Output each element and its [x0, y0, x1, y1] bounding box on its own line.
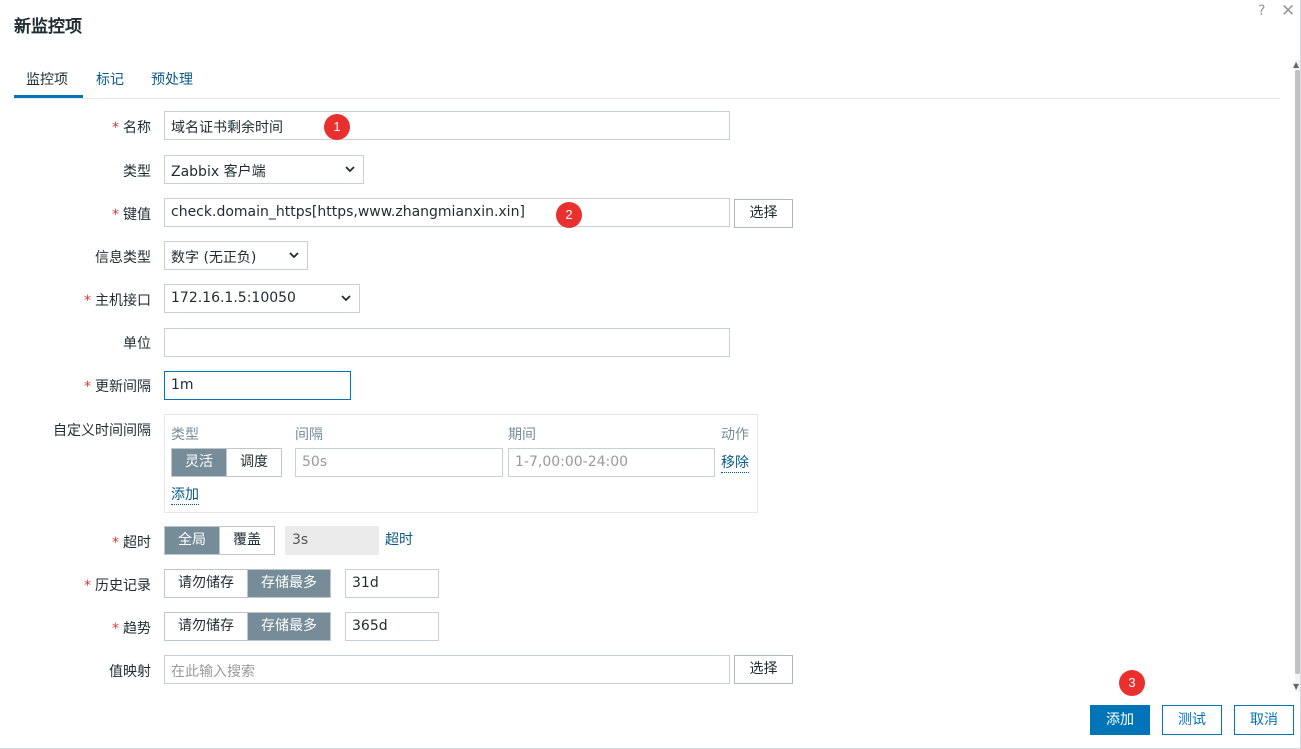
trends-value-input[interactable]: 365d — [345, 612, 439, 641]
required-marker: * — [112, 207, 119, 223]
mode-flexible-option[interactable]: 灵活 — [172, 449, 226, 476]
scroll-up-icon[interactable]: ▲ — [1293, 60, 1299, 69]
timeout-value-input: 3s — [285, 526, 379, 555]
scroll-down-icon[interactable]: ▼ — [1293, 682, 1299, 691]
type-label: 类型 — [123, 164, 151, 180]
type-select[interactable]: Zabbix 客户端 — [164, 155, 364, 184]
custom-intervals-table: 类型 间隔 期间 动作 灵活 调度 50s 1-7,00:00-24:00 移除… — [164, 414, 758, 513]
close-icon[interactable]: ✕ — [1281, 1, 1295, 21]
value-map-select-button[interactable]: 选择 — [734, 655, 793, 684]
custom-period-input[interactable]: 1-7,00:00-24:00 — [508, 448, 715, 477]
trends-label: * 趋势 — [112, 618, 151, 638]
name-input[interactable]: 域名证书剩余时间 — [164, 111, 730, 140]
info-type-label: 信息类型 — [95, 250, 151, 266]
custom-interval-input[interactable]: 50s — [295, 448, 503, 477]
custom-intervals-label: 自定义时间间隔 — [53, 423, 151, 439]
column-header-interval: 间隔 — [295, 427, 323, 443]
trends-store-up-to-option[interactable]: 存储最多 — [247, 613, 330, 640]
scrollbar[interactable]: ▲ ▼ — [1293, 60, 1301, 692]
mode-scheduling-option[interactable]: 调度 — [226, 449, 281, 476]
host-interface-select[interactable]: 172.16.1.5:10050 — [164, 284, 360, 313]
trends-label-text: 趋势 — [123, 621, 151, 637]
history-label: * 历史记录 — [84, 575, 151, 595]
chevron-down-icon — [345, 166, 355, 173]
chevron-down-icon — [341, 295, 351, 302]
tab-item[interactable]: 监控项 — [26, 69, 68, 89]
trends-do-not-store-option[interactable]: 请勿储存 — [165, 613, 247, 640]
required-marker: * — [84, 578, 91, 594]
type-select-value: Zabbix 客户端 — [171, 164, 266, 180]
test-button[interactable]: 测试 — [1162, 705, 1222, 735]
key-label: * 键值 — [112, 204, 151, 224]
history-value-input[interactable]: 31d — [345, 569, 439, 598]
column-header-action: 动作 — [721, 427, 749, 443]
trends-mode-toggle: 请勿储存 存储最多 — [164, 612, 331, 641]
timeout-link[interactable]: 超时 — [385, 532, 413, 549]
column-header-period: 期间 — [508, 427, 536, 443]
update-interval-label-text: 更新间隔 — [95, 379, 151, 395]
timeout-label-text: 超时 — [123, 535, 151, 551]
key-label-text: 键值 — [123, 207, 151, 223]
required-marker: * — [112, 120, 119, 136]
history-do-not-store-option[interactable]: 请勿储存 — [165, 570, 247, 597]
units-label: 单位 — [123, 336, 151, 352]
info-type-select[interactable]: 数字 (无正负) — [164, 241, 308, 270]
add-button[interactable]: 添加 — [1090, 705, 1150, 735]
name-label-text: 名称 — [123, 120, 151, 136]
remove-interval-link[interactable]: 移除 — [721, 455, 749, 473]
update-interval-input[interactable]: 1m — [164, 371, 351, 400]
tab-tags[interactable]: 标记 — [96, 69, 124, 89]
tab-preprocessing[interactable]: 预处理 — [151, 69, 193, 89]
host-interface-select-value: 172.16.1.5:10050 — [171, 290, 296, 306]
annotation-badge: 3 — [1119, 670, 1145, 696]
active-tab-indicator — [14, 95, 83, 98]
required-marker: * — [84, 379, 91, 395]
interval-mode-toggle: 灵活 调度 — [171, 448, 282, 477]
history-store-up-to-option[interactable]: 存储最多 — [247, 570, 330, 597]
update-interval-label: * 更新间隔 — [84, 376, 151, 396]
history-label-text: 历史记录 — [95, 578, 151, 594]
tab-bar: 监控项 标记 预处理 — [14, 66, 1280, 99]
host-interface-label-text: 主机接口 — [95, 293, 151, 309]
scroll-thumb[interactable] — [1295, 70, 1300, 674]
info-type-select-value: 数字 (无正负) — [171, 250, 257, 266]
annotation-badge: 1 — [324, 114, 350, 140]
timeout-label: * 超时 — [112, 532, 151, 552]
add-interval-link[interactable]: 添加 — [171, 487, 199, 505]
key-input[interactable]: check.domain_https[https,www.zhangmianxi… — [164, 198, 730, 227]
column-header-type: 类型 — [171, 427, 199, 443]
units-input[interactable] — [164, 328, 730, 357]
required-marker: * — [112, 621, 119, 637]
timeout-override-option[interactable]: 覆盖 — [219, 527, 274, 554]
chevron-down-icon — [289, 252, 299, 259]
key-select-button[interactable]: 选择 — [734, 199, 793, 228]
required-marker: * — [112, 535, 119, 551]
required-marker: * — [84, 293, 91, 309]
new-item-dialog: 新监控项 ? ✕ 监控项 标记 预处理 ▲ ▼ * 名称 域名证书剩余时间 类型 … — [0, 0, 1301, 749]
name-label: * 名称 — [112, 117, 151, 137]
dialog-title: 新监控项 — [14, 17, 82, 37]
value-map-label: 值映射 — [109, 664, 151, 680]
timeout-global-option[interactable]: 全局 — [165, 527, 219, 554]
cancel-button[interactable]: 取消 — [1234, 705, 1294, 735]
history-mode-toggle: 请勿储存 存储最多 — [164, 569, 331, 598]
annotation-badge: 2 — [556, 202, 582, 228]
host-interface-label: * 主机接口 — [84, 290, 151, 310]
value-map-search-input[interactable]: 在此输入搜索 — [164, 655, 730, 684]
timeout-mode-toggle: 全局 覆盖 — [164, 526, 275, 555]
help-icon[interactable]: ? — [1258, 3, 1265, 19]
